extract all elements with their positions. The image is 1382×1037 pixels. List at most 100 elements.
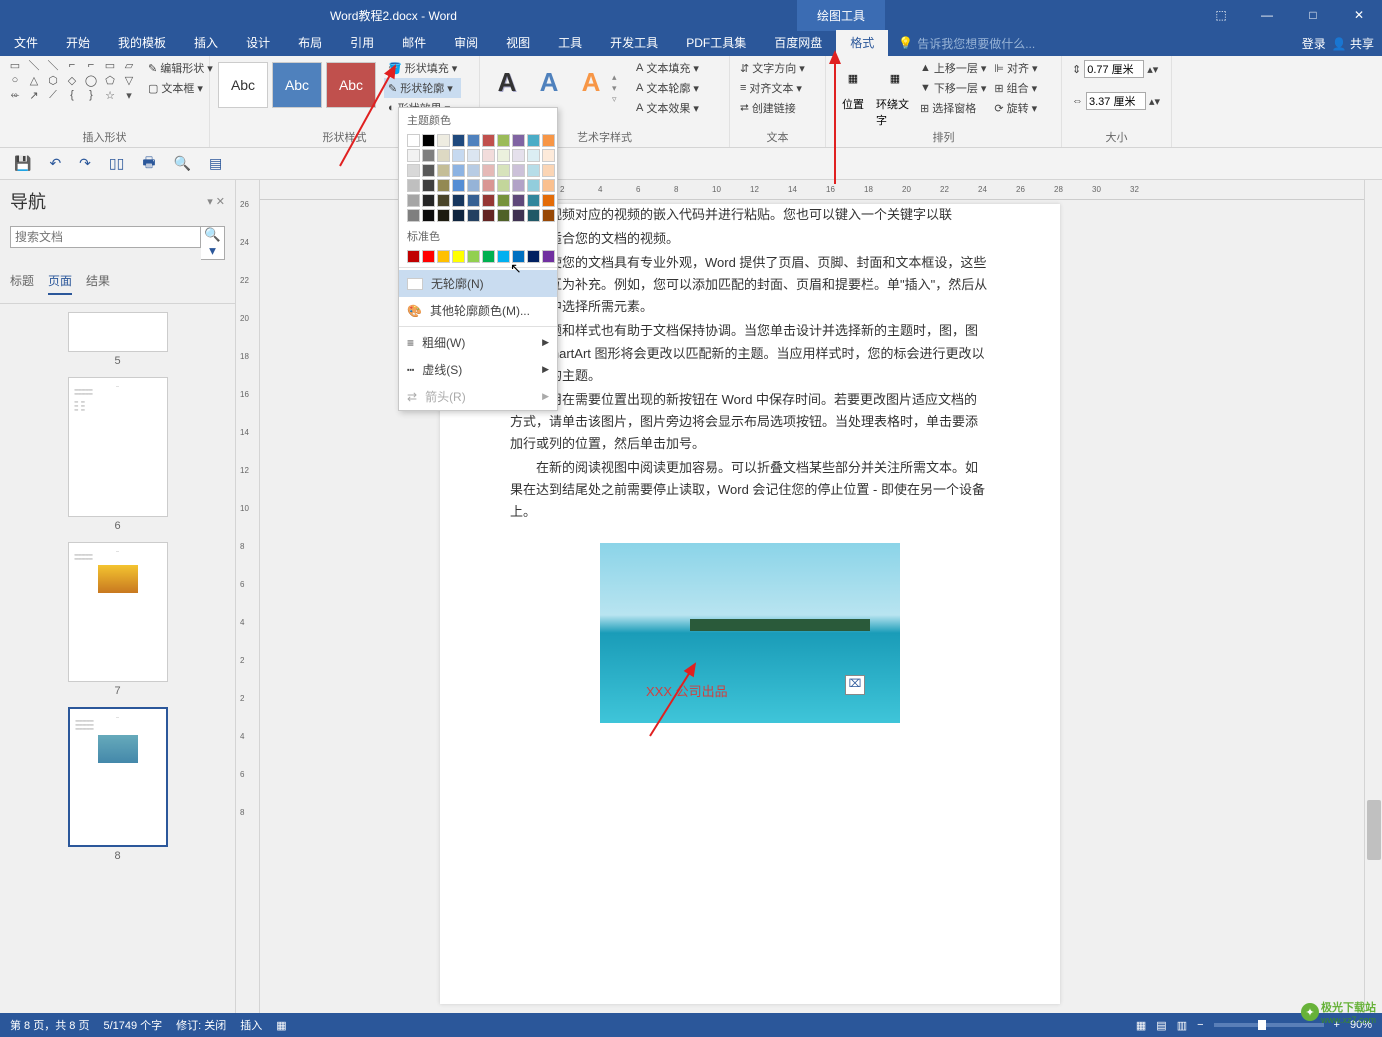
- wordart-1[interactable]: A: [487, 62, 527, 102]
- color-swatch[interactable]: [512, 149, 525, 162]
- height-field[interactable]: ⇕▴▾: [1068, 58, 1165, 80]
- tab-format[interactable]: 格式: [836, 30, 888, 56]
- color-swatch[interactable]: [407, 250, 420, 263]
- ribbon-display-options[interactable]: ⬚: [1198, 0, 1244, 30]
- color-swatch[interactable]: [542, 194, 555, 207]
- color-swatch[interactable]: [407, 179, 420, 192]
- color-swatch[interactable]: [542, 134, 555, 147]
- color-swatch[interactable]: [422, 194, 435, 207]
- selection-pane-button[interactable]: ⊞选择窗格: [916, 98, 990, 118]
- status-page[interactable]: 第 8 页，共 8 页: [10, 1017, 89, 1033]
- color-swatch[interactable]: [407, 164, 420, 177]
- color-swatch[interactable]: [422, 179, 435, 192]
- layout-options-icon[interactable]: ⌧: [845, 675, 865, 695]
- arrows-item[interactable]: ⇄箭头(R)▶: [399, 383, 557, 410]
- color-swatch[interactable]: [482, 134, 495, 147]
- color-swatch[interactable]: [437, 164, 450, 177]
- text-fill-button[interactable]: A文本填充 ▾: [632, 58, 703, 78]
- text-direction-button[interactable]: ⇵文字方向 ▾: [736, 58, 819, 78]
- nav-search[interactable]: 🔍▾: [10, 226, 225, 260]
- style-preview-3[interactable]: Abc: [326, 62, 376, 108]
- maximize-button[interactable]: □: [1290, 0, 1336, 30]
- image-textbox[interactable]: XXX 公司出品: [642, 680, 732, 704]
- create-link-button[interactable]: ⮂创建链接: [736, 98, 819, 118]
- more-colors-item[interactable]: 🎨其他轮廓颜色(M)...: [399, 297, 557, 324]
- color-swatch[interactable]: [407, 134, 420, 147]
- login-button[interactable]: 登录: [1302, 35, 1326, 52]
- color-swatch[interactable]: [542, 209, 555, 222]
- shape-outline-button[interactable]: ✎形状轮廓 ▾: [384, 78, 461, 98]
- color-swatch[interactable]: [422, 250, 435, 263]
- color-swatch[interactable]: [482, 250, 495, 263]
- color-swatch[interactable]: [422, 164, 435, 177]
- color-swatch[interactable]: [467, 209, 480, 222]
- qa-preview-icon[interactable]: 🔍: [174, 155, 191, 172]
- qa-icon-4[interactable]: ▯▯: [109, 155, 124, 172]
- color-swatch[interactable]: [467, 194, 480, 207]
- tab-insert[interactable]: 插入: [180, 30, 232, 56]
- tab-developer[interactable]: 开发工具: [596, 30, 672, 56]
- color-swatch[interactable]: [527, 134, 540, 147]
- color-swatch[interactable]: [437, 179, 450, 192]
- color-swatch[interactable]: [527, 179, 540, 192]
- qa-save-icon[interactable]: 💾: [14, 155, 31, 172]
- color-swatch[interactable]: [467, 149, 480, 162]
- shape-fill-button[interactable]: 🪣形状填充 ▾: [384, 58, 461, 78]
- zoom-out-icon[interactable]: −: [1197, 1019, 1203, 1031]
- color-swatch[interactable]: [512, 164, 525, 177]
- color-swatch[interactable]: [527, 194, 540, 207]
- color-swatch[interactable]: [512, 134, 525, 147]
- status-words[interactable]: 5/1749 个字: [103, 1017, 162, 1033]
- tab-baidu[interactable]: 百度网盘: [760, 30, 836, 56]
- view-web-icon[interactable]: ▥: [1177, 1019, 1187, 1032]
- no-outline-item[interactable]: 无轮廓(N): [399, 270, 557, 297]
- nav-tab-pages[interactable]: 页面: [48, 272, 72, 295]
- tab-references[interactable]: 引用: [336, 30, 388, 56]
- document-image[interactable]: XXX 公司出品 ⌧: [600, 543, 900, 723]
- color-swatch[interactable]: [437, 194, 450, 207]
- color-swatch[interactable]: [512, 179, 525, 192]
- color-swatch[interactable]: [422, 134, 435, 147]
- color-swatch[interactable]: [482, 149, 495, 162]
- color-swatch[interactable]: [452, 209, 465, 222]
- color-swatch[interactable]: [407, 209, 420, 222]
- align-text-button[interactable]: ≡对齐文本 ▾: [736, 78, 819, 98]
- shapes-gallery[interactable]: ▭＼＼⌐⌐▭▱ ○△⬡◇◯⬠▽ ⬰↗⟋{}☆▾: [6, 58, 138, 102]
- color-swatch[interactable]: [497, 209, 510, 222]
- qa-redo-icon[interactable]: ↷: [79, 155, 91, 172]
- color-swatch[interactable]: [452, 194, 465, 207]
- qa-undo-icon[interactable]: ↶: [49, 155, 61, 172]
- tab-layout[interactable]: 布局: [284, 30, 336, 56]
- tab-pdf[interactable]: PDF工具集: [672, 30, 760, 56]
- rotate-button[interactable]: ⟳旋转 ▾: [990, 98, 1041, 118]
- wordart-2[interactable]: A: [529, 62, 569, 102]
- tab-templates[interactable]: 我的模板: [104, 30, 180, 56]
- nav-search-input[interactable]: [10, 226, 201, 248]
- wrap-text-button[interactable]: ▦环绕文字: [874, 58, 916, 132]
- color-swatch[interactable]: [452, 179, 465, 192]
- width-field[interactable]: ⇔▴▾: [1068, 90, 1165, 112]
- color-swatch[interactable]: [497, 250, 510, 263]
- tab-review[interactable]: 审阅: [440, 30, 492, 56]
- style-preview-2[interactable]: Abc: [272, 62, 322, 108]
- minimize-button[interactable]: —: [1244, 0, 1290, 30]
- color-swatch[interactable]: [542, 179, 555, 192]
- send-backward-button[interactable]: ▼下移一层 ▾: [916, 78, 990, 98]
- text-effects-button[interactable]: A文本效果 ▾: [632, 98, 703, 118]
- color-swatch[interactable]: [482, 164, 495, 177]
- color-swatch[interactable]: [467, 250, 480, 263]
- color-swatch[interactable]: [437, 149, 450, 162]
- view-print-icon[interactable]: ▤: [1156, 1019, 1166, 1032]
- color-swatch[interactable]: [497, 164, 510, 177]
- color-swatch[interactable]: [497, 179, 510, 192]
- align-button[interactable]: ⊫对齐 ▾: [990, 58, 1041, 78]
- thumbnail-page-5[interactable]: [68, 312, 168, 352]
- color-swatch[interactable]: [497, 149, 510, 162]
- text-outline-button[interactable]: A文本轮廓 ▾: [632, 78, 703, 98]
- nav-tab-results[interactable]: 结果: [86, 272, 110, 295]
- status-macro-icon[interactable]: ▦: [276, 1019, 286, 1032]
- wordart-3[interactable]: A: [571, 62, 611, 102]
- color-swatch[interactable]: [452, 250, 465, 263]
- view-read-icon[interactable]: ▦: [1136, 1019, 1146, 1032]
- thumbnail-page-7[interactable]: —━━━━━━━━━━━━━━━━━━━━: [68, 542, 168, 682]
